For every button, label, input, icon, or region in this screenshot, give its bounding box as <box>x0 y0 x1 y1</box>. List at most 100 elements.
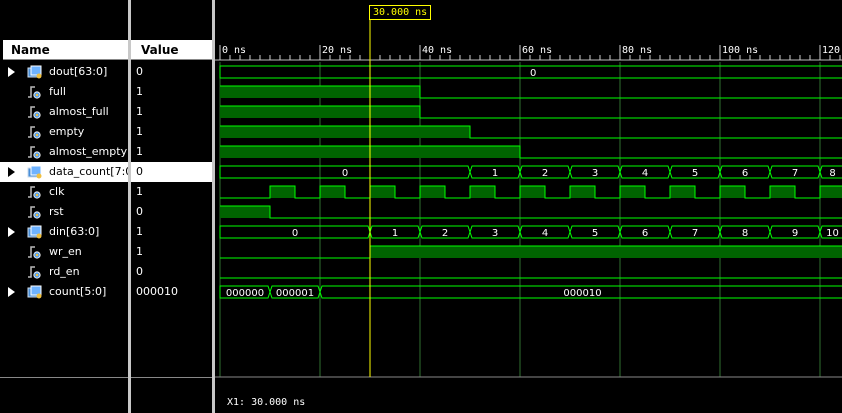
waveform-full <box>220 85 842 99</box>
expand-arrow-icon[interactable] <box>8 227 15 237</box>
value-row-din[interactable]: 1 <box>131 222 212 242</box>
cursor-time-label[interactable]: 30.000 ns <box>369 5 432 20</box>
bit-trace <box>220 205 842 219</box>
signal-names-panel: Name dout[63:0] full almost_fullempty almos… <box>0 0 128 413</box>
value-row-clk[interactable]: 1 <box>131 182 212 202</box>
signal-row-almost-empty[interactable]: almost_empty <box>0 142 128 162</box>
signal-name: din[63:0] <box>49 225 100 238</box>
values-panel-divider <box>131 377 212 378</box>
expand-arrow-icon[interactable] <box>8 167 15 177</box>
signal-row-count[interactable]: count[5:0] <box>0 282 128 302</box>
bus-value-label: 1 <box>492 168 498 179</box>
bus-value-label: 0 <box>342 168 348 179</box>
bit-icon <box>28 126 41 139</box>
signal-value: 1 <box>136 145 143 158</box>
high-level-fill <box>670 186 695 198</box>
bus-icon <box>27 285 42 299</box>
signal-row-wr-en[interactable]: wr_en <box>0 242 128 262</box>
bus-value-label: 9 <box>792 228 798 239</box>
waveform-data-count: 0 1 2 3 4 5 6 7 8 <box>219 165 842 179</box>
bit-icon <box>28 86 41 99</box>
signal-row-rst[interactable]: rst <box>0 202 128 222</box>
signal-row-empty[interactable]: empty <box>0 122 128 142</box>
ruler-tick-label: 100 ns <box>722 45 758 56</box>
signal-row-din[interactable]: din[63:0] <box>0 222 128 242</box>
ruler-tick-label: 60 ns <box>522 45 552 56</box>
bit-icon <box>28 206 41 219</box>
high-level-fill <box>320 186 345 198</box>
high-level-fill <box>470 186 495 198</box>
waveform-almost-empty <box>220 145 842 159</box>
signal-name: almost_empty <box>49 145 128 158</box>
bus-value-label: 6 <box>742 168 748 179</box>
signal-name: wr_en <box>49 245 82 258</box>
value-row-count[interactable]: 000010 <box>131 282 212 302</box>
signal-value: 0 <box>136 265 143 278</box>
waveform-canvas[interactable]: 0 ns 20 ns 40 ns 60 ns 80 ns 100 ns 12000 1 2 3 4 5… <box>215 0 842 413</box>
signal-row-dout[interactable]: dout[63:0] <box>0 62 128 82</box>
signal-name: clk <box>49 185 65 198</box>
expand-arrow-icon[interactable] <box>8 67 15 77</box>
ruler-tick-label: 0 ns <box>222 45 246 56</box>
value-row-empty[interactable]: 1 <box>131 122 212 142</box>
waveform-empty <box>220 125 842 139</box>
bus-value-label: 5 <box>692 168 698 179</box>
ruler-tick-label: 80 ns <box>622 45 652 56</box>
signal-row-almost-full[interactable]: almost_full <box>0 102 128 122</box>
signal-row-clk[interactable]: clk <box>0 182 128 202</box>
signal-value: 0 <box>136 65 143 78</box>
bus-value-label: 2 <box>442 228 448 239</box>
signal-name: almost_full <box>49 105 109 118</box>
signal-row-rd-en[interactable]: rd_en <box>0 262 128 282</box>
expand-arrow-icon[interactable] <box>8 287 15 297</box>
value-row-data-count[interactable]: 0 <box>131 162 212 182</box>
bit-icon <box>28 186 41 199</box>
signal-value: 1 <box>136 85 143 98</box>
bus-icon <box>27 225 42 239</box>
signal-name: full <box>49 85 66 98</box>
value-row-rd-en[interactable]: 0 <box>131 262 212 282</box>
value-row-almost-full[interactable]: 1 <box>131 102 212 122</box>
ruler-tick-label: 120 <box>822 45 840 56</box>
high-level-fill <box>820 186 842 198</box>
signal-row-full[interactable]: full <box>0 82 128 102</box>
cursor-status-readout: X1: 30.000 ns <box>227 397 306 408</box>
high-level-fill <box>620 186 645 198</box>
signal-name: dout[63:0] <box>49 65 108 78</box>
high-level-fill <box>370 246 842 258</box>
bus-value-label: 8 <box>742 228 748 239</box>
bus-icon <box>27 165 42 179</box>
value-row-wr-en[interactable]: 1 <box>131 242 212 262</box>
bus-value-label: 10 <box>826 228 839 239</box>
value-column-header[interactable]: Value <box>131 40 212 60</box>
bus-value-label: 000000 <box>226 288 264 299</box>
value-row-dout[interactable]: 0 <box>131 62 212 82</box>
bus-value-label: 2 <box>542 168 548 179</box>
bus-value-label: 7 <box>792 168 798 179</box>
bus-value-label: 8 <box>829 168 835 179</box>
name-column-header[interactable]: Name <box>3 40 128 60</box>
bus-value-label: 6 <box>642 228 648 239</box>
value-row-almost-empty[interactable]: 1 <box>131 142 212 162</box>
high-level-fill <box>520 186 545 198</box>
signal-name: count[5:0] <box>49 285 107 298</box>
signal-value: 1 <box>136 245 143 258</box>
ruler-tick-label: 40 ns <box>422 45 452 56</box>
signal-row-data-count[interactable]: data_count[7:0] <box>0 162 128 182</box>
high-level-fill <box>770 186 795 198</box>
signal-name: rst <box>49 205 64 218</box>
bus-value-label: 1 <box>392 228 398 239</box>
bus-value-label: 7 <box>692 228 698 239</box>
high-level-fill <box>220 126 470 138</box>
value-row-rst[interactable]: 0 <box>131 202 212 222</box>
high-level-fill <box>220 206 270 218</box>
waveform-almost-full <box>220 105 842 119</box>
bit-icon <box>28 266 41 279</box>
bus-value-label: 000010 <box>563 288 601 299</box>
high-level-fill <box>720 186 745 198</box>
bus-value-label: 000001 <box>276 288 314 299</box>
high-level-fill <box>370 186 395 198</box>
waveform-clk <box>220 185 842 199</box>
waveform-panel[interactable]: 0 ns 20 ns 40 ns 60 ns 80 ns 100 ns 120 0 0 1 2 3 4 5… <box>215 0 842 413</box>
value-row-full[interactable]: 1 <box>131 82 212 102</box>
